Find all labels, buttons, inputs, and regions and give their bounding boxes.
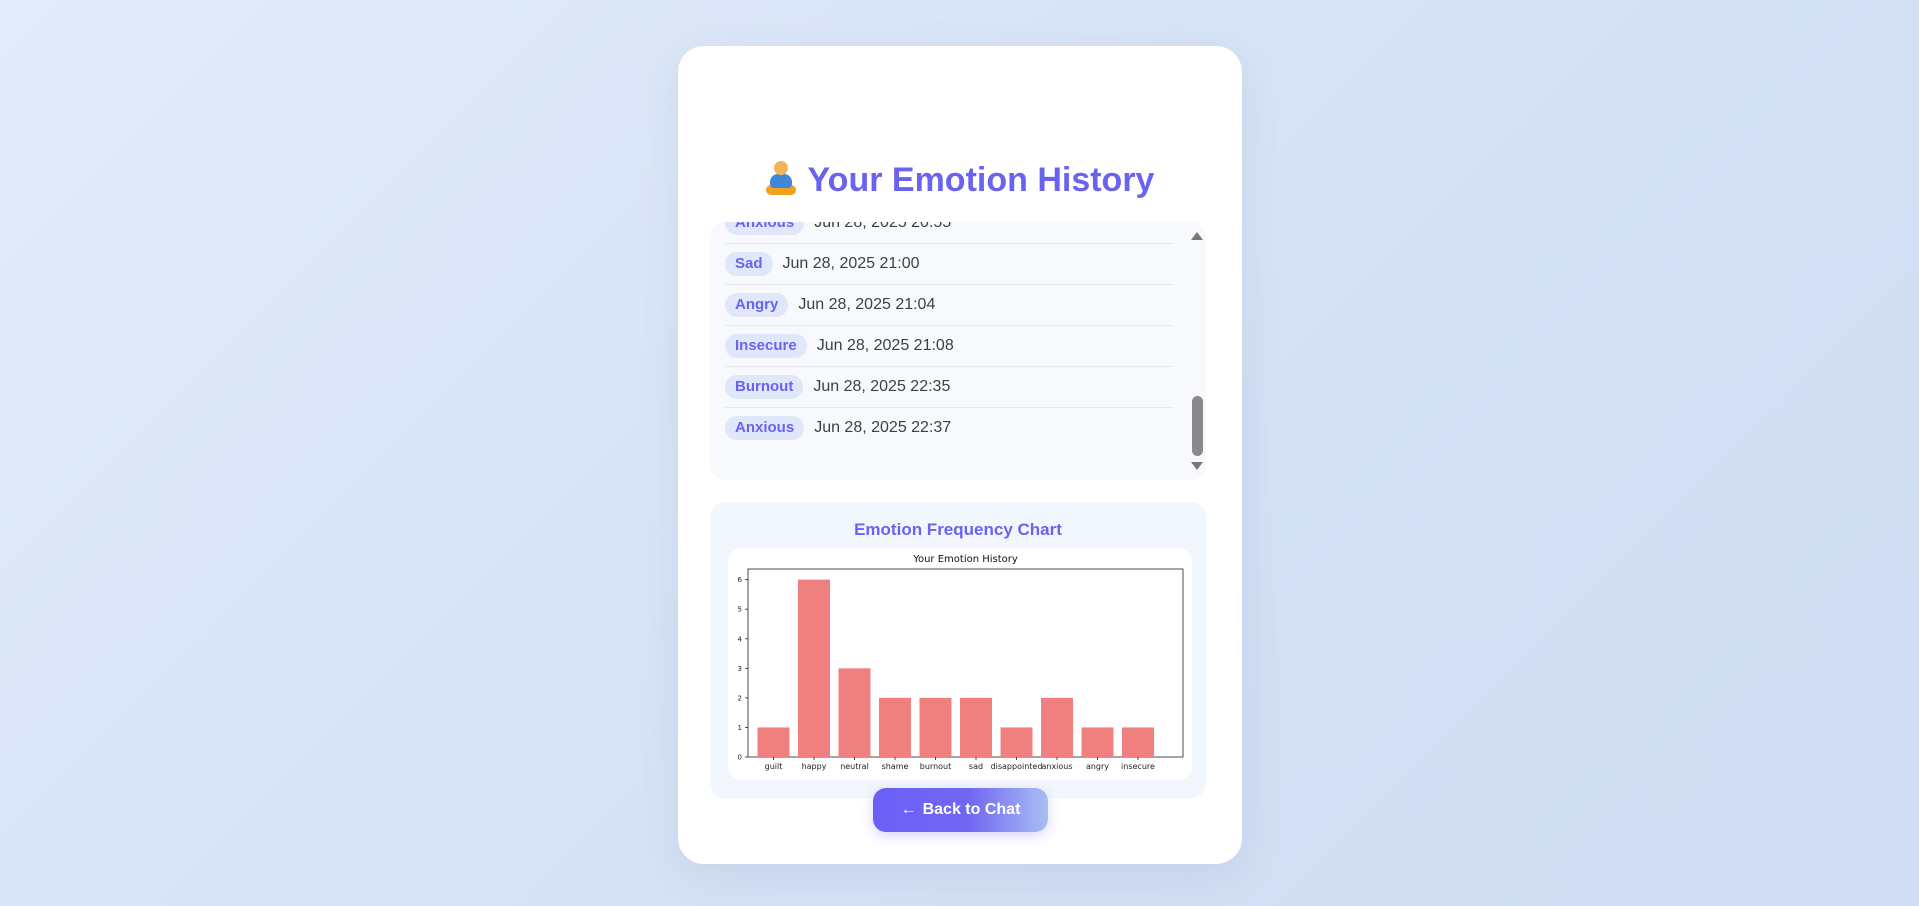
y-tick-label: 1 [738,724,742,732]
bar-neutral [838,668,871,757]
chart-container: Your Emotion History 0 1 2 3 4 5 6 guilt happy neu… [728,548,1192,780]
bar-anxious [1041,697,1073,757]
page-title-text: Your Emotion History [807,161,1155,199]
history-timestamp: Jun 28, 2025 21:00 [782,255,920,272]
chart-section: Emotion Frequency Chart Your Emotion His… [710,502,1206,798]
scrollbar-thumb[interactable] [1192,396,1203,456]
y-tick-label: 2 [738,694,742,702]
history-list-panel[interactable]: Anxious Jun 28, 2025 20:55 Sad Jun 28, 2025… [710,222,1206,480]
emotion-badge: Anxious [725,222,805,235]
emotion-badge: Insecure [725,334,807,358]
back-to-chat-label: Back to Chat [922,801,1021,818]
bar-happy [798,579,830,757]
x-tick-label: happy [802,762,827,771]
bar-guilt [757,727,790,757]
y-tick-label: 5 [738,606,742,614]
y-tick-label: 4 [738,635,743,643]
emotion-frequency-chart: Your Emotion History 0 1 2 3 4 5 6 guilt happy neu… [738,554,1184,771]
history-row: Insecure Jun 28, 2025 21:08 [725,326,1173,367]
history-row: Sad Jun 28, 2025 21:00 [725,244,1173,285]
emotion-badge: Anxious [725,416,805,440]
meditating-person-icon [765,158,796,202]
x-tick-label: burnout [920,762,951,771]
scroll-up-arrow-icon[interactable] [1191,232,1203,240]
back-to-chat-button[interactable]: ← Back to Chat [873,788,1048,832]
bar-angry [1081,727,1114,757]
history-timestamp: Jun 28, 2025 22:35 [813,378,951,395]
bar-insecure [1122,727,1154,757]
y-tick-label: 3 [738,665,742,673]
bar-disappointed [1000,727,1033,757]
x-tick-label: neutral [840,762,869,771]
chart-title: Your Emotion History [912,554,1018,565]
bar-sad [960,697,992,757]
x-tick-label: shame [882,762,909,771]
emotion-history-card: Your Emotion History Anxious Jun 28, 2025… [678,46,1242,864]
history-row: Angry Jun 28, 2025 21:04 [725,285,1173,326]
chart-heading: Emotion Frequency Chart [854,520,1062,539]
x-tick-label: anxious [1041,762,1072,771]
x-tick-label: sad [969,762,983,771]
history-timestamp: Jun 28, 2025 21:08 [816,337,954,354]
bar-shame [879,697,911,757]
history-list: Anxious Jun 28, 2025 20:55 Sad Jun 28, 2025… [725,222,1173,448]
history-row: Burnout Jun 28, 2025 22:35 [725,367,1173,408]
scroll-down-arrow-icon[interactable] [1191,462,1203,470]
y-tick-label: 6 [738,576,743,584]
x-tick-label: angry [1086,762,1109,771]
page-title: Your Emotion History [678,158,1242,202]
history-timestamp: Jun 28, 2025 21:04 [798,296,936,313]
history-row: Anxious Jun 28, 2025 20:55 [725,222,1173,244]
arrow-left-icon: ← [900,801,917,818]
bar-burnout [919,697,952,757]
history-timestamp: Jun 28, 2025 22:37 [814,419,952,436]
x-tick-label: guilt [765,762,783,771]
emotion-badge: Burnout [725,375,804,399]
x-tick-label: insecure [1121,762,1155,771]
history-row: Anxious Jun 28, 2025 22:37 [725,408,1173,448]
emotion-badge: Sad [725,252,773,276]
x-tick-label: disappointed [991,762,1043,771]
emotion-badge: Angry [725,293,789,317]
history-timestamp: Jun 28, 2025 20:55 [814,222,952,231]
y-tick-label: 0 [738,754,742,762]
